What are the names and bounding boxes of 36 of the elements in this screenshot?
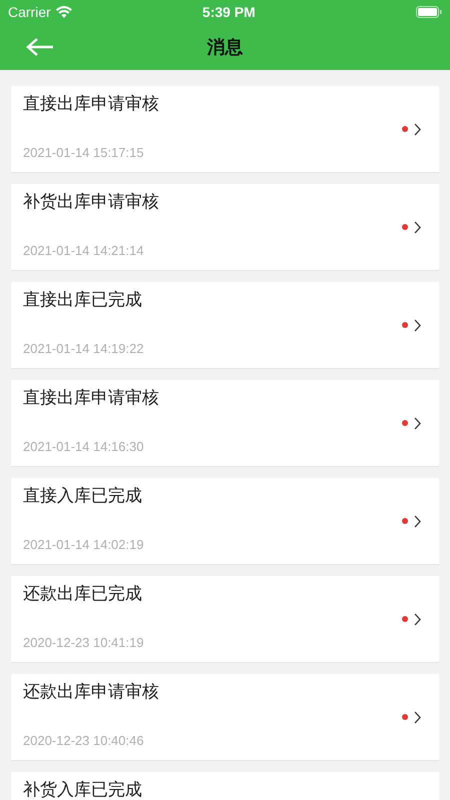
wifi-icon: [56, 6, 72, 18]
message-time: 2021-01-14 14:16:30: [23, 438, 145, 456]
message-title: 还款出库已完成: [23, 584, 143, 604]
message-card[interactable]: 直接出库申请审核 2021-01-14 14:16:30: [11, 380, 439, 467]
carrier-label: Carrier: [8, 2, 51, 22]
message-title: 直接出库申请审核: [23, 94, 160, 114]
message-card[interactable]: 直接出库已完成 2021-01-14 14:19:22: [11, 282, 439, 369]
message-time: 2021-01-14 14:02:19: [23, 536, 145, 554]
message-title: 直接出库已完成: [23, 290, 143, 310]
message-title: 还款出库申请审核: [23, 682, 160, 702]
message-time: 2021-01-14 14:19:22: [23, 340, 145, 358]
message-title: 直接出库申请审核: [23, 388, 160, 408]
chevron-right-icon: [414, 122, 421, 136]
message-title: 补货入库已完成: [23, 780, 143, 800]
message-card[interactable]: 补货出库申请审核 2021-01-14 14:21:14: [11, 184, 439, 271]
message-card[interactable]: 还款出库申请审核 2020-12-23 10:40:46: [11, 674, 439, 761]
message-time: 2021-01-14 14:21:14: [23, 242, 145, 260]
message-time: 2021-01-14 15:17:15: [23, 144, 145, 162]
message-card[interactable]: 直接入库已完成 2021-01-14 14:02:19: [11, 478, 439, 565]
chevron-right-icon: [414, 416, 421, 430]
chevron-right-icon: [414, 318, 421, 332]
message-card[interactable]: 还款出库已完成 2020-12-23 10:41:19: [11, 576, 439, 663]
clock-time: 5:39 PM: [201, 2, 256, 22]
back-arrow-icon: [26, 37, 54, 57]
battery-icon: [416, 6, 442, 18]
message-card[interactable]: 直接出库申请审核 2021-01-14 15:17:15: [11, 86, 439, 173]
page-title: 消息: [207, 36, 243, 58]
chevron-right-icon: [414, 220, 421, 234]
message-time: 2020-12-23 10:40:46: [23, 732, 145, 750]
message-card[interactable]: 补货入库已完成: [11, 772, 439, 800]
message-time: 2020-12-23 10:41:19: [23, 634, 145, 652]
message-title: 补货出库申请审核: [23, 192, 160, 212]
chevron-right-icon: [414, 612, 421, 626]
chevron-right-icon: [414, 710, 421, 724]
chevron-right-icon: [414, 514, 421, 528]
message-title: 直接入库已完成: [23, 486, 143, 506]
